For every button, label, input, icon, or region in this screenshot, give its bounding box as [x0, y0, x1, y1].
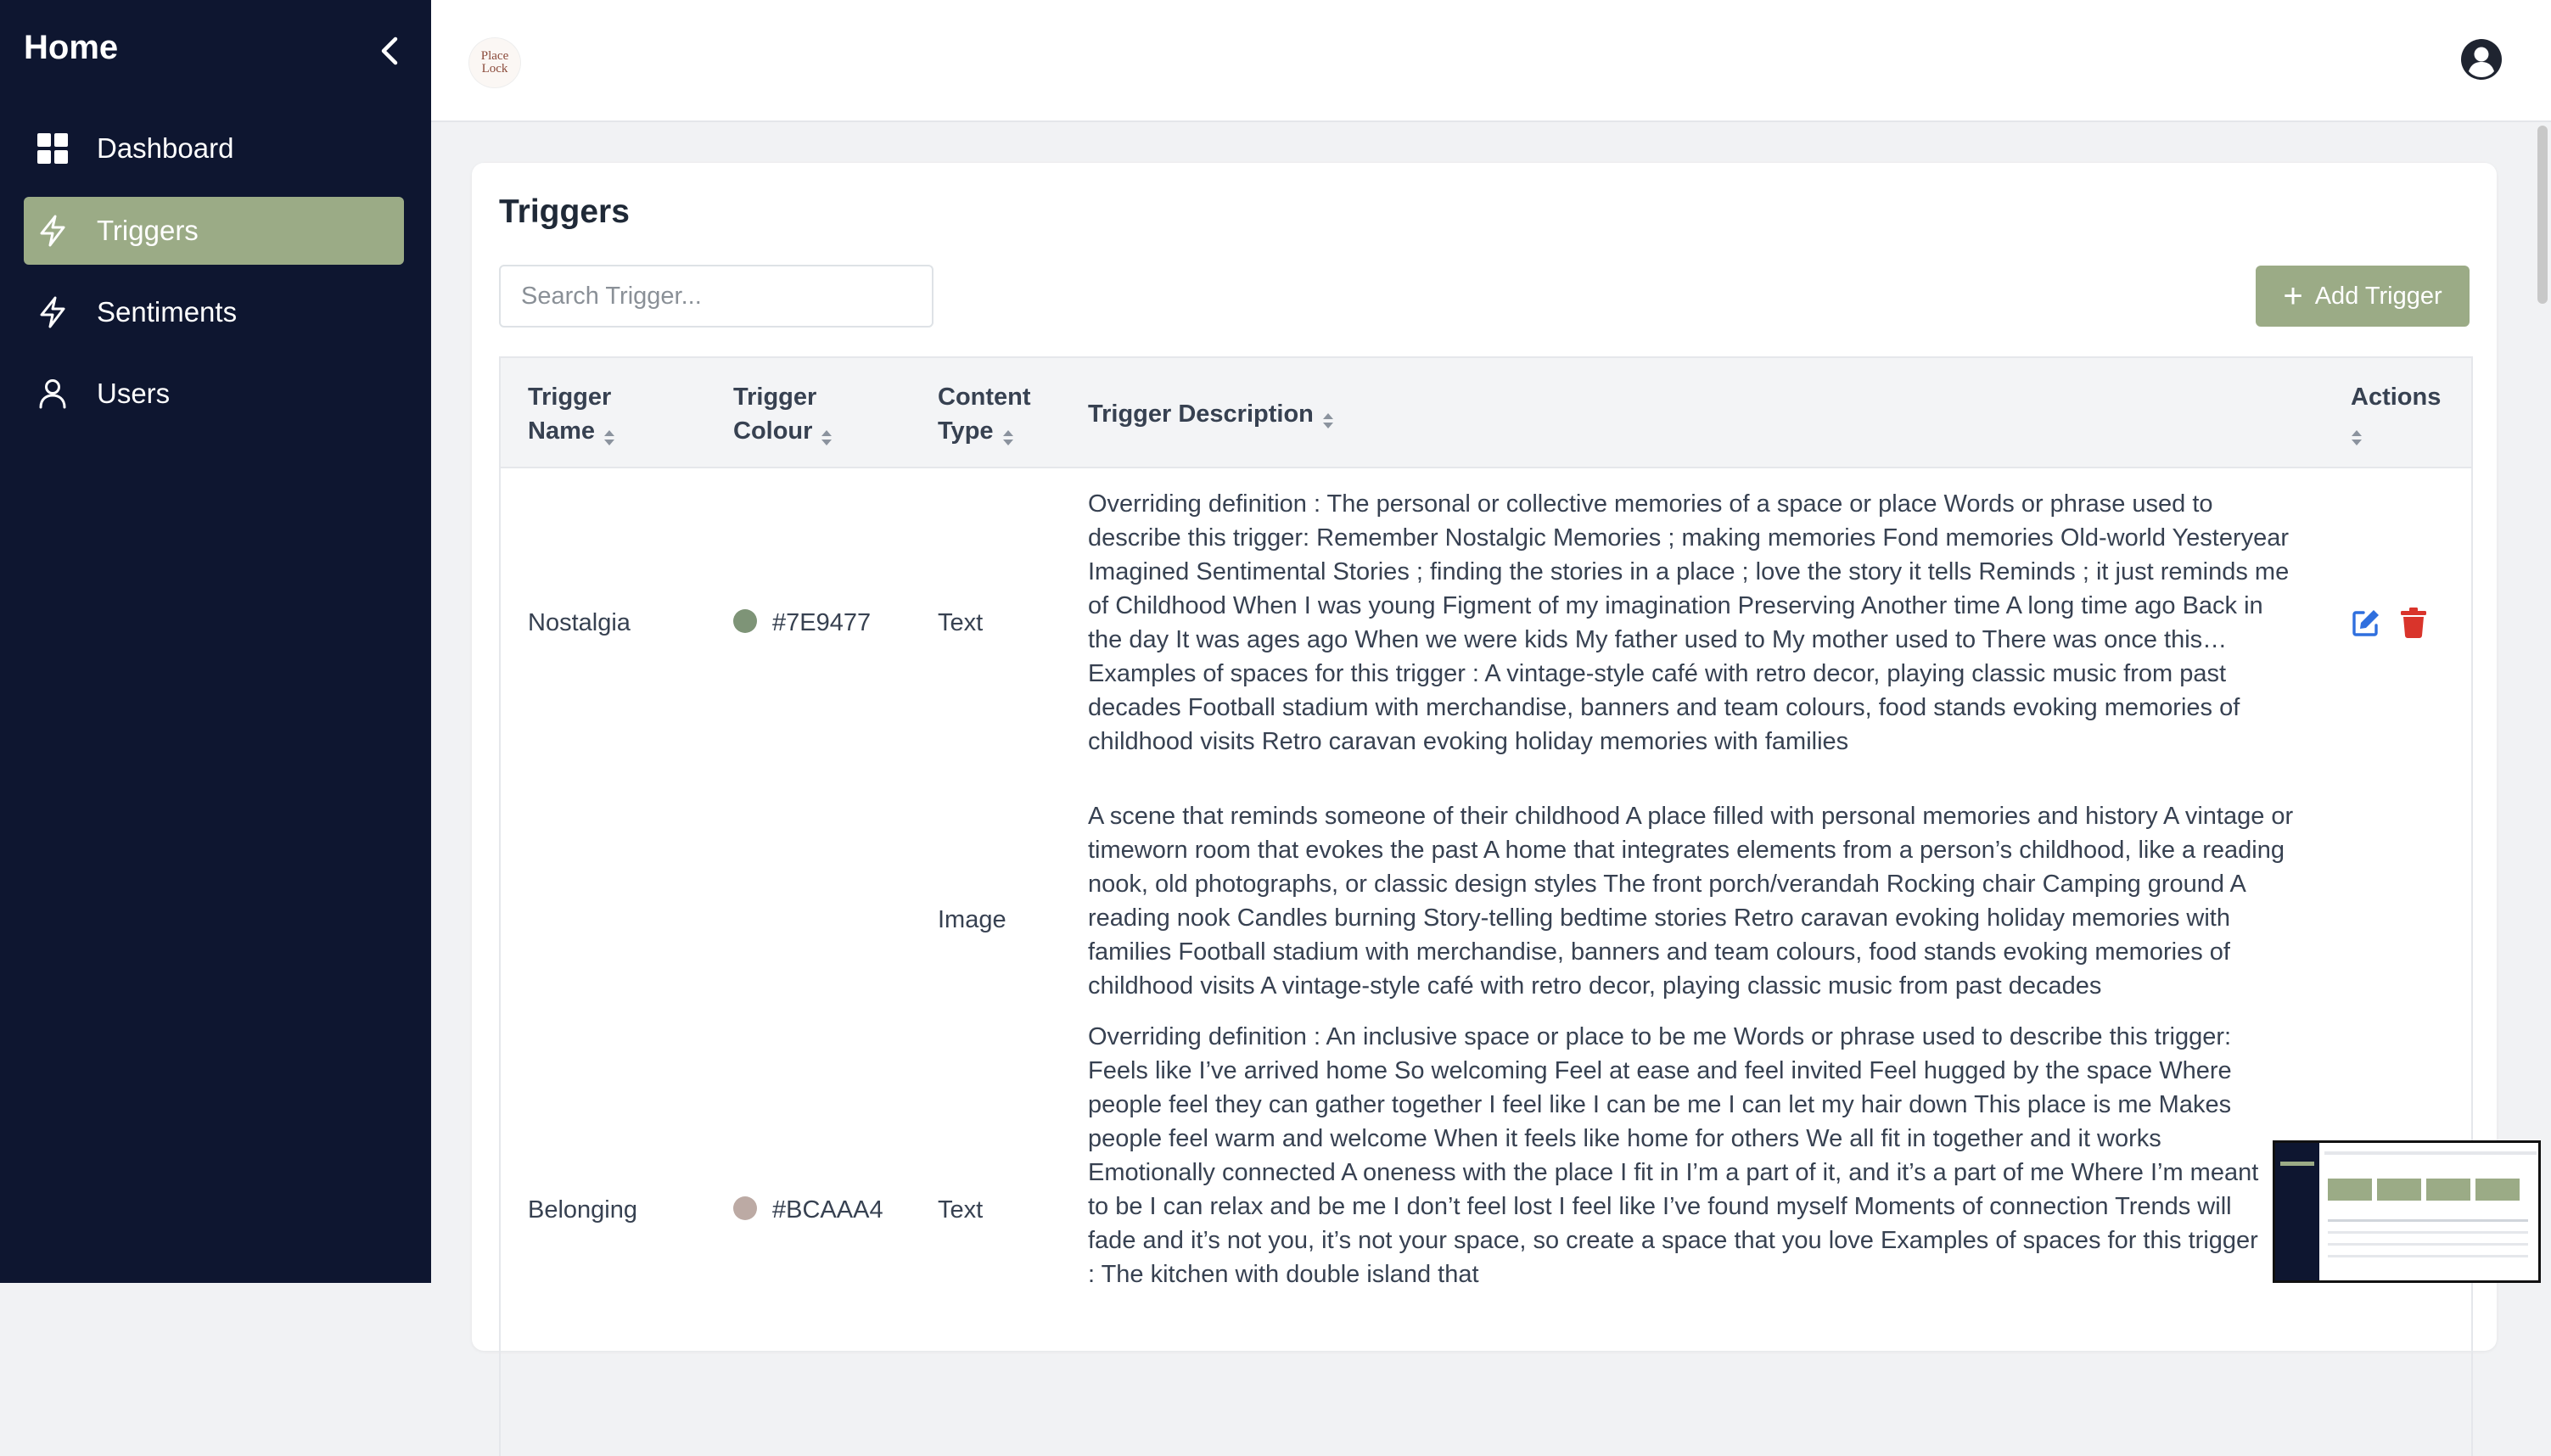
trigger-description: Overriding definition : The personal or … [1088, 490, 2290, 755]
sort-icon [1002, 423, 1014, 446]
sort-icon [821, 423, 833, 446]
account-avatar-icon[interactable] [2459, 37, 2503, 81]
sidebar-item-sentiments[interactable]: Sentiments [24, 278, 404, 346]
colour-swatch [733, 609, 757, 634]
user-icon [36, 377, 70, 411]
sidebar-item-label: Sentiments [97, 296, 238, 328]
colour-swatch [733, 1196, 757, 1221]
trigger-name: Nostalgia [528, 609, 631, 636]
edit-icon[interactable] [2351, 608, 2381, 638]
sidebar-title: Home [24, 29, 119, 66]
triggers-card: Triggers + Add Trigger Trigger Name Trig… [472, 163, 2497, 1456]
trigger-name: Belonging [528, 1196, 637, 1224]
add-trigger-label: Add Trigger [2314, 282, 2442, 310]
bolt-icon [36, 214, 70, 248]
sidebar-item-users[interactable]: Users [24, 360, 404, 428]
sidebar: Home Dashboard Triggers Sentiments Users [0, 0, 431, 1283]
sort-icon [603, 423, 615, 446]
column-header-trigger-colour[interactable]: Trigger Colour [733, 380, 833, 448]
sidebar-item-label: Dashboard [97, 132, 234, 164]
column-header-trigger-name[interactable]: Trigger Name [528, 380, 615, 448]
minimap-line [2328, 1243, 2528, 1246]
logo-text-line1: Place [480, 49, 509, 63]
logo-text-line2: Lock [481, 62, 508, 76]
minimap-stat-card [2475, 1179, 2520, 1201]
minimap-stat-card [2328, 1179, 2372, 1201]
top-header: Place Lock [431, 0, 2551, 122]
content-type: Text [938, 609, 984, 636]
trigger-colour: #7E9477 [733, 606, 871, 640]
bolt-icon [36, 295, 70, 329]
delete-icon[interactable] [2400, 608, 2430, 638]
minimap-line [2328, 1255, 2528, 1257]
minimap-line [2328, 1231, 2528, 1234]
table-header: Trigger Name Trigger Colour Content Type… [501, 358, 2471, 468]
brand-logo[interactable]: Place Lock [468, 37, 521, 88]
page-title: Triggers [499, 193, 630, 230]
minimap-thumbnail[interactable] [2273, 1140, 2541, 1283]
content-type: Image [938, 906, 1006, 933]
sidebar-item-triggers[interactable]: Triggers [24, 197, 404, 265]
sort-icon [2351, 423, 2363, 446]
column-header-trigger-description[interactable]: Trigger Description [1088, 397, 1334, 431]
dashboard-icon [36, 132, 70, 165]
sidebar-item-dashboard[interactable]: Dashboard [24, 115, 404, 182]
add-trigger-button[interactable]: + Add Trigger [2256, 266, 2470, 327]
sort-icon [1322, 406, 1334, 429]
trigger-description: A scene that reminds someone of their ch… [1088, 803, 2294, 1000]
sidebar-item-label: Triggers [97, 215, 199, 246]
table-row: Nostalgia #7E9477 Text Overriding defini… [501, 468, 2471, 1032]
plus-icon: + [2283, 277, 2303, 315]
minimap-stat-card [2377, 1179, 2421, 1201]
page-scrollbar[interactable] [2537, 126, 2548, 304]
column-header-actions[interactable]: Actions [2351, 380, 2441, 448]
trigger-description: Overriding definition : An inclusive spa… [1088, 1023, 2259, 1288]
minimap-line [2328, 1219, 2528, 1222]
triggers-table: Trigger Name Trigger Colour Content Type… [499, 356, 2473, 1456]
trigger-colour-value: #7E9477 [772, 609, 872, 636]
trigger-colour-value: #BCAAA4 [772, 1196, 883, 1224]
table-row: Belonging #BCAAA4 Text Overriding defini… [501, 1023, 2471, 1456]
minimap-topbar [2324, 1151, 2537, 1155]
minimap-active-item [2280, 1162, 2314, 1166]
search-input[interactable] [499, 265, 933, 328]
sidebar-header: Home [24, 25, 407, 76]
column-header-content-type[interactable]: Content Type [938, 380, 1031, 448]
content-type: Text [938, 1196, 984, 1224]
sidebar-item-label: Users [97, 378, 171, 409]
chevron-left-icon[interactable] [373, 32, 407, 70]
trigger-colour: #BCAAA4 [733, 1193, 883, 1227]
minimap-stat-card [2426, 1179, 2470, 1201]
